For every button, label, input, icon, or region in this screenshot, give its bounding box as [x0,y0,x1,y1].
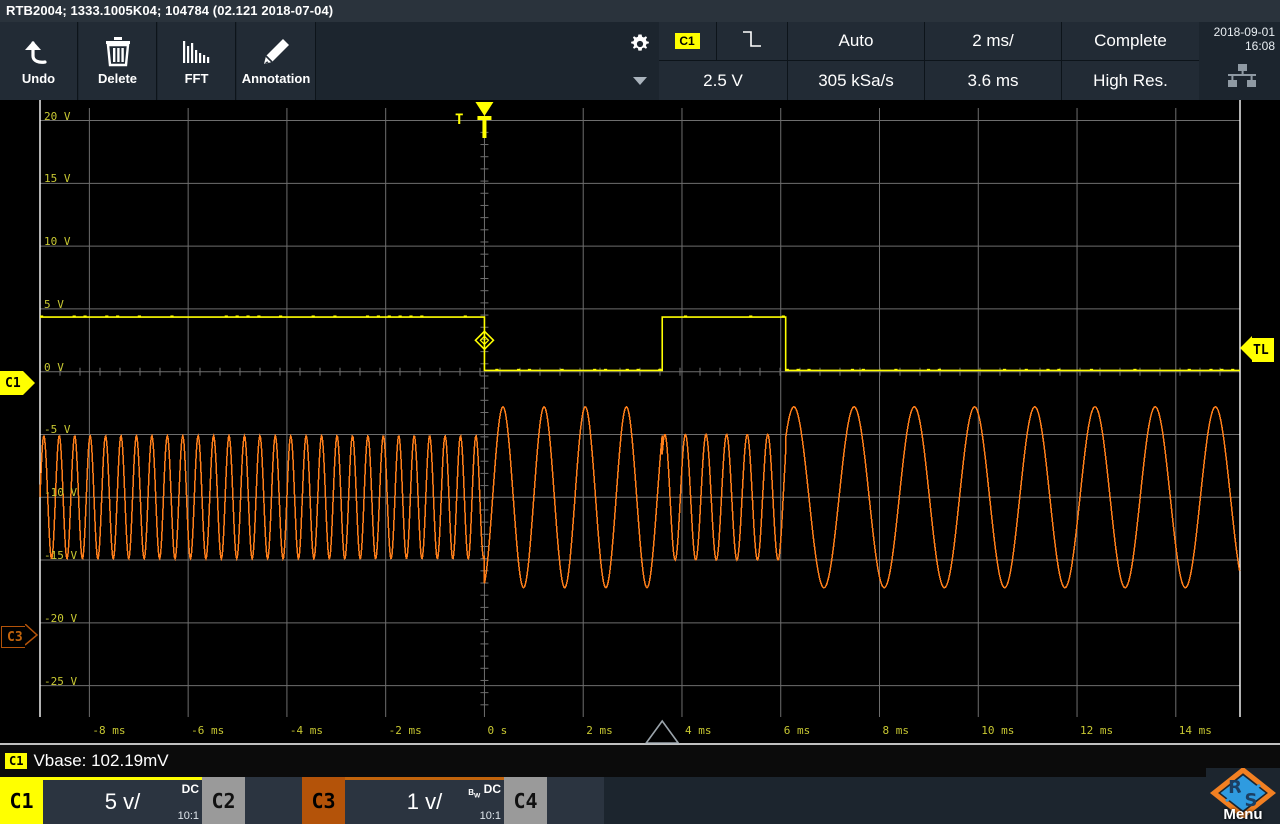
channel-button-c4[interactable]: C4 [504,777,604,824]
channel-tag-c4[interactable]: C4 [504,777,547,824]
date-label: 2018-09-01 [1213,25,1275,39]
c3-ground-marker[interactable]: C3 [1,623,38,650]
menu-button[interactable]: R S Menu [1206,766,1280,824]
channel-info-c1[interactable]: 5 v/DC 10:1 [43,777,202,824]
trash-icon [103,32,133,72]
c1-marker-label: C1 [0,371,23,395]
window-title: RTB2004; 1333.1005K04; 104784 (02.121 20… [0,0,1280,22]
channel-tag-c1[interactable]: C1 [0,777,43,824]
y-tick-label: 15 V [44,172,71,186]
fft-button[interactable]: FFT [158,22,236,100]
waveform-display[interactable]: 20 V 15 V 10 V 5 V 0 V -5 V -10 V -15 V -20 V -25… [0,100,1280,745]
channel-probe-ratio-c1: 10:1 [177,810,199,822]
channel-scale-c3: 1 v/ [406,789,443,814]
c1-ground-marker[interactable]: C1 [0,371,35,395]
y-tick-label: 10 V [44,235,71,249]
y-tick-label: 5 V [44,297,64,311]
fft-spectrum-icon [180,32,214,72]
channel-button-c2[interactable]: C2 [202,777,302,824]
channel-coupling-c3: BW DC [468,782,501,800]
channel-info-c2[interactable] [245,777,302,824]
y-tick-label: -25 V [44,674,78,688]
y-tick-label: -10 V [44,486,78,500]
settings-menu-button[interactable] [622,22,658,100]
undo-button[interactable]: Undo [0,22,78,100]
falling-edge-icon [741,29,763,54]
acquisition-state-cell[interactable]: Complete [1062,22,1199,61]
c1-marker-tip [22,371,35,395]
channel-scale-c1: 5 v/ [104,789,141,814]
waveform-canvas [0,100,1280,745]
channel-info-c3[interactable]: 1 v/BW DC 10:1 [345,777,504,824]
x-tick-label: -6 ms [191,724,225,737]
c3-marker-tip [24,623,38,650]
trigger-position-cell[interactable]: 3.6 ms [925,61,1062,100]
menu-button-label: Menu [1223,806,1263,823]
x-tick-label: 0 s [487,724,508,737]
trigger-slope-cell[interactable] [717,22,788,61]
annotation-button[interactable]: Annotation [237,22,316,100]
channel-tag-c3[interactable]: C3 [302,777,345,824]
channel-button-c1[interactable]: C1 5 v/DC 10:1 [0,777,202,824]
fft-button-label: FFT [184,71,209,86]
chevron-down-icon [633,72,647,90]
tl-marker-label: TL [1252,338,1274,362]
trigger-level-cell[interactable]: 2.5 V [659,61,788,100]
annotation-button-label: Annotation [241,71,311,86]
gear-icon [629,33,651,60]
pencil-icon [259,32,293,72]
measurement-strip[interactable]: C1 Vbase: 102.19mV [0,745,1280,777]
delete-button[interactable]: Delete [79,22,157,100]
x-tick-label: -2 ms [388,724,422,737]
x-tick-label: 8 ms [882,724,910,737]
toolbar-spacer [316,22,622,100]
timebase-cell[interactable]: 2 ms/ [925,22,1062,61]
lan-icon [1225,64,1259,93]
tl-marker-tip [1240,336,1252,364]
channel-bar: C1 5 v/DC 10:1 C2 C3 1 v/BW DC 10:1 C4 [0,777,1280,824]
channel-tag-c2[interactable]: C2 [202,777,245,824]
measurement-value: Vbase: 102.19mV [33,751,169,770]
x-tick-label: 6 ms [783,724,811,737]
trigger-point-label: T [455,112,464,128]
channel-probe-ratio-c3: 10:1 [479,810,501,822]
acquisition-settings-panel: C1 Auto 2 ms/ Complete 2.5 V 305 kSa/s 3… [659,22,1209,100]
y-tick-label: 0 V [44,360,64,374]
x-tick-label: 2 ms [586,724,613,737]
x-tick-label: 4 ms [684,724,712,737]
oscilloscope-screen: RTB2004; 1333.1005K04; 104784 (02.121 20… [0,0,1280,824]
trigger-level-marker[interactable]: TL [1240,336,1274,364]
y-tick-label: -5 V [44,423,71,437]
trigger-source-badge: C1 [675,33,700,49]
y-tick-label: -20 V [44,611,78,625]
x-tick-label: -4 ms [289,724,324,737]
undo-button-label: Undo [21,71,56,86]
y-tick-label: 20 V [44,109,71,123]
measurement-source-badge: C1 [5,753,28,769]
x-tick-label: -8 ms [92,724,126,737]
delete-button-label: Delete [97,71,138,86]
time-label: 16:08 [1244,39,1275,53]
acquisition-mode-cell[interactable]: High Res. [1062,61,1199,100]
trigger-mode-cell[interactable]: Auto [788,22,925,61]
x-tick-label: 14 ms [1178,724,1212,737]
x-tick-label: 12 ms [1080,724,1114,737]
undo-arrow-icon [22,32,56,72]
x-tick-label: 10 ms [981,724,1015,737]
channel-info-c4[interactable] [547,777,604,824]
channel-coupling-c1: DC [181,782,199,796]
channel-button-c3[interactable]: C3 1 v/BW DC 10:1 [302,777,504,824]
y-tick-label: -15 V [44,549,78,563]
c3-marker-label: C3 [1,626,25,648]
sample-rate-cell[interactable]: 305 kSa/s [788,61,925,100]
trigger-source-cell[interactable]: C1 [659,22,717,61]
